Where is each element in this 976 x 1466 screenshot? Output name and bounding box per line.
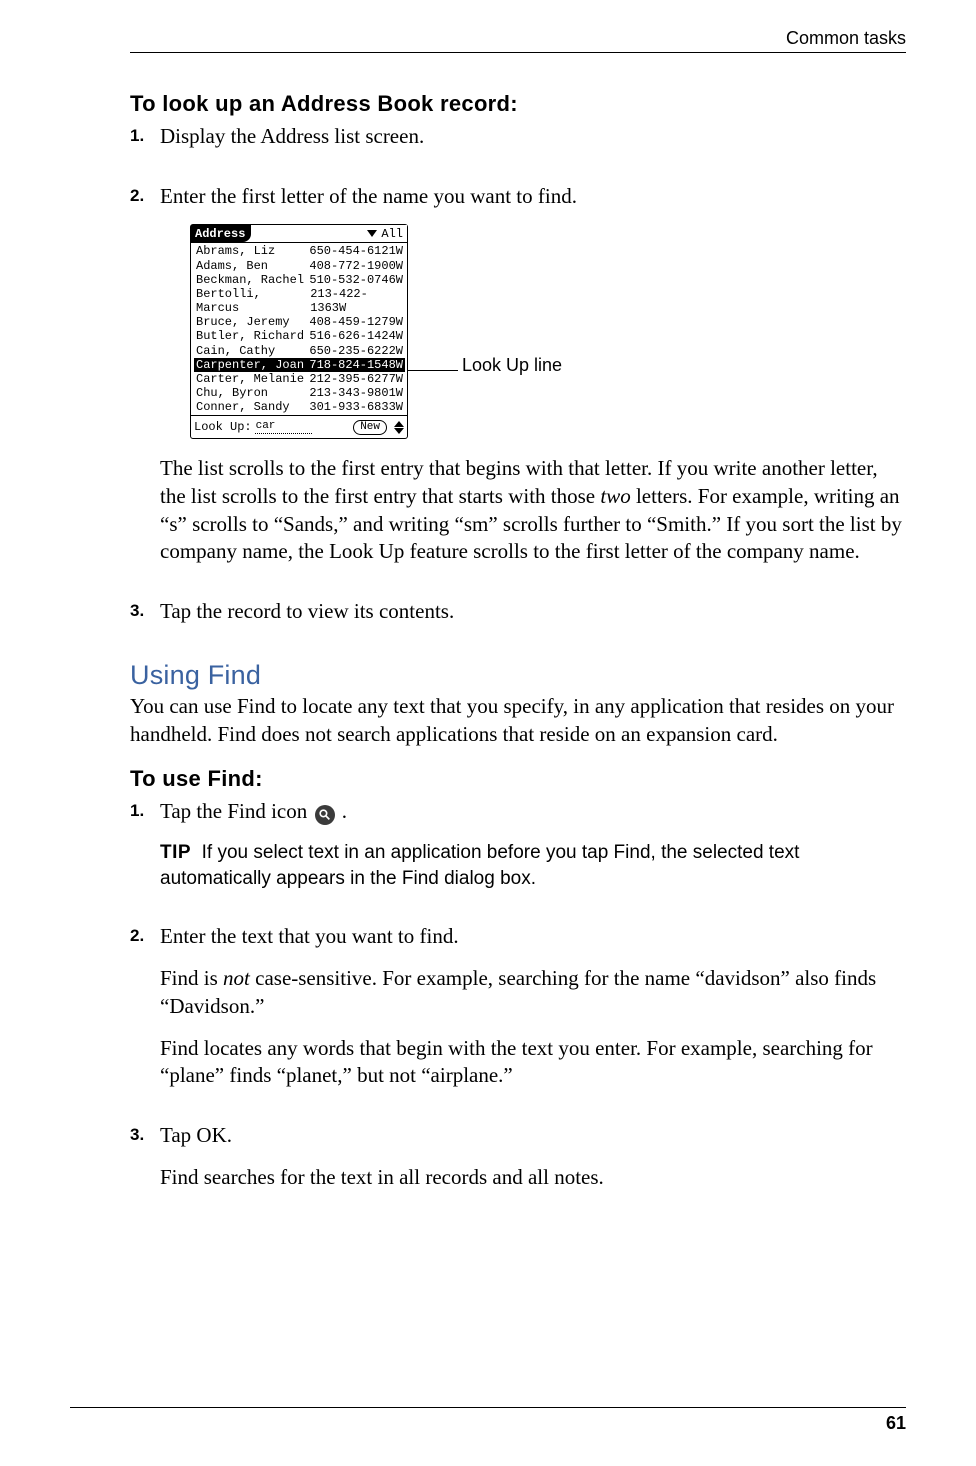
find-step-1: 1. Tap the Find icon . TIP If you select… [130, 798, 906, 905]
address-name: Cain, Cathy [196, 344, 275, 358]
lookup-label: Look Up: [194, 420, 252, 434]
running-header-text: Common tasks [786, 28, 906, 48]
page-number: 61 [886, 1413, 906, 1434]
address-phone: 301-933-6833W [309, 400, 403, 414]
lookup-input[interactable]: car [255, 420, 312, 434]
step-explanation: Find is not case-sensitive. For example,… [160, 965, 906, 1020]
step-explanation: The list scrolls to the first entry that… [160, 455, 906, 566]
address-screenshot-figure: Address All Abrams, Liz650-454-6121WAdam… [190, 224, 906, 439]
step-number: 3. [130, 1122, 160, 1145]
find-step-2: 2. Enter the text that you want to find.… [130, 923, 906, 1104]
address-row[interactable]: Conner, Sandy 301-933-6833W [194, 400, 405, 414]
step-1: 1. Display the Address list screen. [130, 123, 906, 165]
address-row[interactable]: Abrams, Liz 650-454-6121W [194, 244, 405, 258]
address-name: Chu, Byron [196, 386, 268, 400]
scroll-down-icon [394, 428, 404, 434]
address-row[interactable]: Butler, Richard 516-626-1424W [194, 329, 405, 343]
step-text: Tap the record to view its contents. [160, 598, 906, 626]
address-phone: 212-395-6277W [309, 372, 403, 386]
new-button[interactable]: New [353, 420, 387, 435]
address-row[interactable]: Carter, Melanie 212-395-6277W [194, 372, 405, 386]
tip-label: TIP [160, 842, 191, 863]
step-3: 3. Tap the record to view its contents. [130, 598, 906, 640]
find-step-3: 3. Tap OK. Find searches for the text in… [130, 1122, 906, 1205]
step-explanation: Find searches for the text in all record… [160, 1164, 906, 1192]
lookup-bar: Look Up: car New [191, 415, 407, 438]
category-picker[interactable]: All [367, 227, 407, 241]
address-name: Carpenter, Joan [196, 358, 304, 372]
address-row[interactable]: Chu, Byron 213-343-9801W [194, 386, 405, 400]
address-name: Carter, Melanie [196, 372, 304, 386]
callout-leader-line [406, 370, 458, 371]
step-number: 1. [130, 123, 160, 146]
section-intro: You can use Find to locate any text that… [130, 693, 906, 748]
procedure-title-lookup: To look up an Address Book record: [130, 91, 906, 117]
address-phone: 408-459-1279W [309, 315, 403, 329]
step-2: 2. Enter the first letter of the name yo… [130, 183, 906, 580]
step-number: 2. [130, 923, 160, 946]
address-phone: 213-422-1363W [310, 287, 403, 315]
section-heading-using-find: Using Find [130, 660, 906, 691]
address-name: Beckman, Rachel [196, 273, 304, 287]
address-phone: 408-772-1900W [309, 259, 403, 273]
callout: Look Up line [406, 286, 562, 378]
address-name: Bruce, Jeremy [196, 315, 290, 329]
address-row[interactable]: Carpenter, Joan 718-824-1548W [194, 358, 405, 372]
address-phone: 213-343-9801W [309, 386, 403, 400]
address-row[interactable]: Beckman, Rachel 510-532-0746W [194, 273, 405, 287]
address-row[interactable]: Bertolli, Marcus213-422-1363W [194, 287, 405, 315]
address-list[interactable]: Abrams, Liz 650-454-6121W Adams, Ben 408-77… [191, 243, 407, 415]
palm-titlebar: Address All [191, 225, 407, 243]
app-title: Address [191, 225, 251, 242]
address-name: Bertolli, Marcus [196, 287, 310, 315]
address-phone: 510-532-0746W [309, 273, 403, 287]
address-phone: 516-626-1424W [309, 329, 403, 343]
step-text: Enter the text that you want to find. [160, 923, 906, 951]
tip-block: TIP If you select text in an application… [160, 840, 906, 891]
address-name: Conner, Sandy [196, 400, 290, 414]
step-number: 1. [130, 798, 160, 821]
header-rule [130, 52, 906, 53]
category-label: All [381, 227, 403, 241]
step-text: Enter the first letter of the name you w… [160, 183, 906, 211]
address-phone: 718-824-1548W [309, 358, 403, 372]
step-text: Display the Address list screen. [160, 123, 906, 151]
step-number: 2. [130, 183, 160, 206]
step-explanation: Find locates any words that begin with t… [160, 1035, 906, 1090]
callout-label: Look Up line [462, 354, 562, 378]
running-header: Common tasks [130, 28, 906, 57]
palm-screen: Address All Abrams, Liz650-454-6121WAdam… [190, 224, 408, 439]
tip-text: If you select text in an application bef… [160, 842, 799, 889]
address-phone: 650-454-6121W [309, 244, 403, 258]
step-number: 3. [130, 598, 160, 621]
address-row[interactable]: Cain, Cathy 650-235-6222W [194, 344, 405, 358]
dropdown-triangle-icon [367, 230, 377, 237]
procedure-title-find: To use Find: [130, 766, 906, 792]
address-name: Adams, Ben [196, 259, 268, 273]
address-name: Butler, Richard [196, 329, 304, 343]
find-icon [315, 805, 335, 825]
step-text: Tap OK. [160, 1122, 906, 1150]
footer-rule [70, 1407, 906, 1408]
scroll-arrows[interactable] [394, 421, 404, 434]
step-text: Tap the Find icon . [160, 798, 906, 826]
scroll-up-icon [394, 421, 404, 427]
address-name: Abrams, Liz [196, 244, 275, 258]
address-phone: 650-235-6222W [309, 344, 403, 358]
address-row[interactable]: Adams, Ben 408-772-1900W [194, 259, 405, 273]
address-row[interactable]: Bruce, Jeremy 408-459-1279W [194, 315, 405, 329]
